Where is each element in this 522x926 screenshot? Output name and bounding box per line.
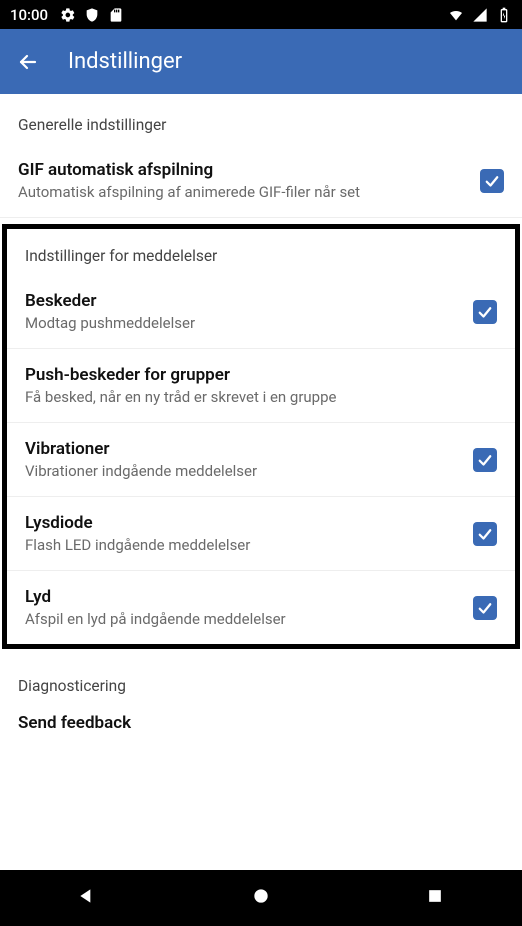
back-icon[interactable]	[16, 50, 40, 74]
messages-sub: Modtag pushmeddelelser	[25, 314, 463, 332]
sound-checkbox[interactable]	[473, 596, 497, 620]
messages-checkbox[interactable]	[473, 300, 497, 324]
messages-title: Beskeder	[25, 291, 463, 311]
app-bar: Indstillinger	[0, 29, 522, 94]
wifi-icon	[448, 7, 464, 23]
group-push-sub: Få besked, når en ny tråd er skrevet i e…	[25, 388, 497, 406]
status-time: 10:00	[10, 6, 48, 24]
gear-icon	[60, 7, 76, 23]
led-checkbox[interactable]	[473, 522, 497, 546]
sd-card-icon	[108, 7, 124, 23]
signal-icon	[472, 7, 488, 23]
gif-sub: Automatisk afspilning af animerede GIF-f…	[18, 183, 470, 201]
led-sub: Flash LED indgående meddelelser	[25, 536, 463, 554]
sound-title: Lyd	[25, 587, 463, 607]
section-general: Generelle indstillinger	[0, 94, 522, 144]
nav-recent-icon[interactable]	[425, 886, 445, 910]
sound-sub: Afspil en lyd på indgående meddelelser	[25, 610, 463, 628]
row-vibrations[interactable]: Vibrationer Vibrationer indgående meddel…	[7, 423, 515, 497]
row-messages[interactable]: Beskeder Modtag pushmeddelelser	[7, 275, 515, 349]
gif-checkbox[interactable]	[480, 169, 504, 193]
nav-bar	[0, 870, 522, 926]
row-led[interactable]: Lysdiode Flash LED indgående meddelelser	[7, 497, 515, 571]
battery-charging-icon	[496, 7, 512, 23]
row-group-push[interactable]: Push-beskeder for grupper Få besked, når…	[7, 349, 515, 423]
vibrations-title: Vibrationer	[25, 439, 463, 459]
led-title: Lysdiode	[25, 513, 463, 533]
row-gif-autoplay[interactable]: GIF automatisk afspilning Automatisk afs…	[0, 144, 522, 218]
status-bar: 10:00	[0, 0, 522, 29]
gif-title: GIF automatisk afspilning	[18, 160, 470, 180]
shield-icon	[84, 7, 100, 23]
section-diagnostics: Diagnosticering	[0, 655, 522, 703]
nav-back-icon[interactable]	[77, 886, 97, 910]
row-sound[interactable]: Lyd Afspil en lyd på indgående meddelels…	[7, 571, 515, 644]
settings-content: Generelle indstillinger GIF automatisk a…	[0, 94, 522, 870]
nav-home-icon[interactable]	[251, 886, 271, 910]
group-push-title: Push-beskeder for grupper	[25, 365, 497, 385]
vibrations-checkbox[interactable]	[473, 448, 497, 472]
notifications-highlight: Indstillinger for meddelelser Beskeder M…	[2, 224, 520, 649]
page-title: Indstillinger	[68, 49, 182, 74]
section-notifications: Indstillinger for meddelelser	[7, 229, 515, 275]
vibrations-sub: Vibrationer indgående meddelelser	[25, 462, 463, 480]
row-send-feedback[interactable]: Send feedback	[0, 703, 522, 733]
